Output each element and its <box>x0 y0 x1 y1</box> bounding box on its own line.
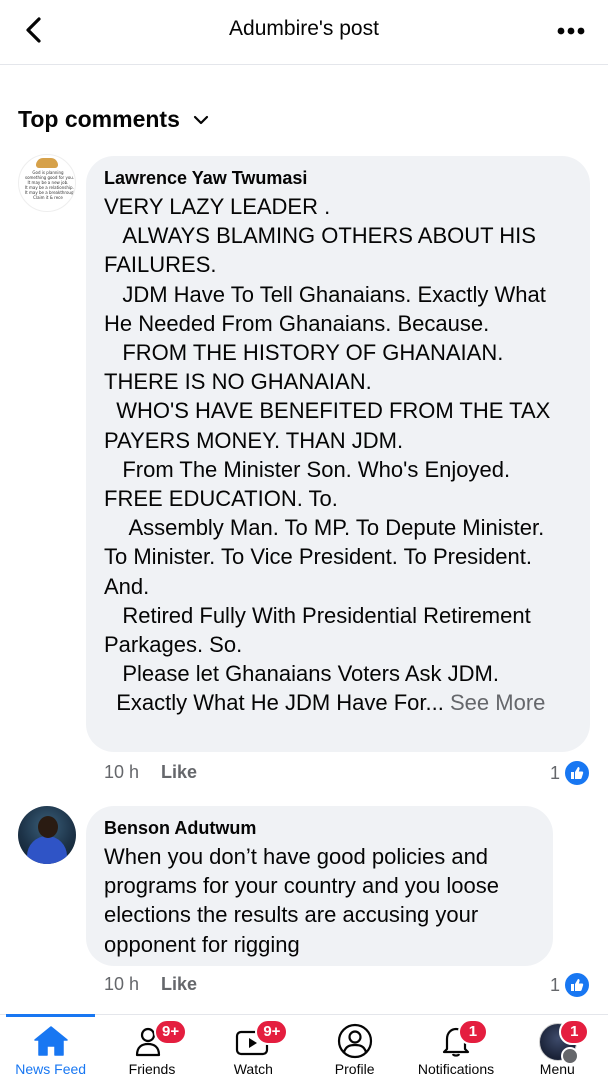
comment-time: 10 h <box>104 974 140 994</box>
nav-profile[interactable]: Profile <box>304 1015 405 1080</box>
comment-text: VERY LAZY LEADER . ALWAYS BLAMING OTHERS… <box>104 194 551 716</box>
nav-label: Notifications <box>417 1061 495 1077</box>
comment-time: 10 h <box>104 762 140 782</box>
comments-filter-label: Top comments <box>18 106 180 132</box>
profile-icon <box>337 1023 372 1059</box>
reaction-count: 1 <box>550 974 561 995</box>
comment-meta: 10 h Like <box>104 762 197 783</box>
reaction-count: 1 <box>550 762 561 783</box>
menu-lines-icon <box>561 1047 580 1065</box>
chevron-down-icon <box>193 115 208 124</box>
avatar-image-icon <box>36 158 58 168</box>
nav-notifications[interactable]: 1 Notifications <box>405 1015 506 1080</box>
reaction-summary[interactable]: 1 <box>550 760 591 786</box>
nav-menu[interactable]: 1 Menu <box>507 1015 608 1080</box>
notifications-badge: 1 <box>457 1019 488 1045</box>
watch-badge: 9+ <box>255 1019 289 1045</box>
comment-bubble[interactable]: Benson Adutwum When you don’t have good … <box>86 806 553 966</box>
comment-bubble[interactable]: Lawrence Yaw Twumasi VERY LAZY LEADER . … <box>86 156 590 752</box>
more-dots-icon <box>557 27 585 35</box>
menu-badge: 1 <box>559 1019 590 1045</box>
avatar-text: God is planning something good for you. … <box>25 170 76 200</box>
comments-filter[interactable]: Top comments <box>18 106 210 133</box>
post-page: Adumbire's post 1 share Top comments God… <box>0 0 608 1080</box>
nav-news-feed[interactable]: News Feed <box>0 1014 101 1080</box>
home-icon <box>33 1026 68 1056</box>
reaction-summary[interactable]: 1 <box>550 972 591 998</box>
like-button[interactable]: Like <box>161 762 197 783</box>
page-title: Adumbire's post <box>229 17 379 40</box>
see-more-link[interactable]: See More <box>450 690 545 715</box>
avatar[interactable]: God is planning something good for you. … <box>18 154 76 212</box>
like-button[interactable]: Like <box>161 974 197 995</box>
nav-friends[interactable]: 9+ Friends <box>101 1015 202 1080</box>
thumbs-up-icon <box>564 972 591 998</box>
nav-label: Watch <box>233 1061 273 1077</box>
nav-watch[interactable]: 9+ Watch <box>203 1015 304 1080</box>
more-options-button[interactable] <box>554 18 588 44</box>
comment-author[interactable]: Lawrence Yaw Twumasi <box>104 166 572 190</box>
comment-author[interactable]: Benson Adutwum <box>104 816 535 840</box>
top-bar: Adumbire's post <box>0 0 608 65</box>
comment-meta: 10 h Like <box>104 974 197 995</box>
avatar[interactable] <box>18 806 76 864</box>
thumbs-up-icon <box>564 760 591 786</box>
nav-label: Friends <box>128 1061 176 1077</box>
nav-label: Profile <box>334 1061 375 1077</box>
nav-label: News Feed <box>15 1061 87 1077</box>
bottom-navigation: News Feed 9+ Friends 9+ Watch Profile 1 … <box>0 1014 608 1080</box>
comment-text: When you don’t have good policies and pr… <box>104 844 506 957</box>
friends-badge: 9+ <box>153 1019 188 1045</box>
